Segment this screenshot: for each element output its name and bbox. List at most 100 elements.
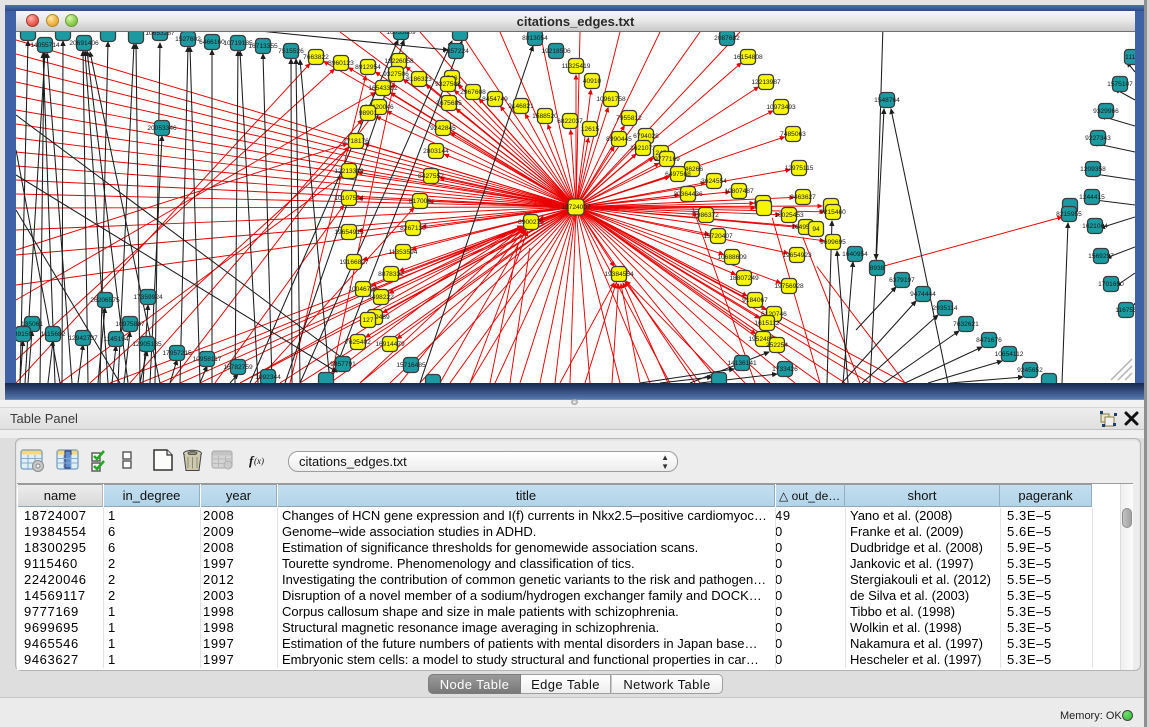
svg-text:11353594: 11353594	[389, 249, 418, 256]
svg-text:20053346: 20053346	[147, 125, 177, 132]
svg-text:16154808: 16154808	[733, 54, 763, 61]
svg-text:1588520: 1588520	[532, 113, 558, 120]
svg-text:2087682: 2087682	[714, 35, 740, 42]
svg-text:12942737: 12942737	[68, 335, 98, 342]
svg-text:98901: 98901	[359, 110, 378, 117]
svg-text:2803144: 2803144	[423, 148, 449, 155]
svg-text:9474444: 9474444	[910, 291, 936, 298]
svg-text:1640954: 1640954	[842, 251, 868, 258]
svg-text:6794028: 6794028	[633, 133, 659, 140]
svg-text:9245652: 9245652	[1017, 367, 1043, 374]
svg-text:12213349: 12213349	[334, 168, 364, 175]
svg-text:1569297: 1569297	[1088, 253, 1114, 260]
svg-text:1701650: 1701650	[1098, 281, 1124, 288]
svg-text:16713355: 16713355	[248, 43, 278, 50]
svg-text:11325419: 11325419	[562, 63, 591, 70]
svg-text:8267130: 8267130	[400, 225, 426, 232]
svg-text:2718176: 2718176	[343, 138, 369, 145]
svg-text:16543382: 16543382	[368, 85, 398, 92]
svg-text:1209358: 1209358	[1080, 166, 1106, 173]
svg-text:9857791: 9857791	[330, 361, 356, 368]
svg-text:10654112: 10654112	[995, 351, 1024, 358]
svg-text:6379197: 6379197	[889, 277, 915, 284]
svg-text:(x): (x)	[254, 456, 264, 466]
svg-text:3675685: 3675685	[436, 100, 462, 107]
svg-text:19166827: 19166827	[339, 259, 369, 266]
svg-text:8471676: 8471676	[976, 337, 1002, 344]
svg-text:7663822: 7663822	[303, 54, 329, 61]
svg-text:14136141: 14136141	[727, 360, 757, 367]
svg-text:1621072: 1621072	[630, 145, 656, 152]
svg-text:1575107: 1575107	[1107, 81, 1133, 88]
svg-text:18724007: 18724007	[561, 204, 591, 211]
svg-text:8215955: 8215955	[1056, 211, 1082, 218]
svg-text:15716485: 15716485	[396, 362, 426, 369]
svg-text:10653287: 10653287	[145, 32, 175, 37]
svg-text:19654915: 19654915	[334, 229, 364, 236]
svg-text:1244415: 1244415	[1079, 194, 1105, 201]
svg-text:8990445: 8990445	[606, 136, 632, 143]
svg-text:7955812: 7955812	[616, 115, 642, 122]
svg-text:9699695: 9699695	[820, 239, 846, 246]
svg-text:17957215: 17957215	[162, 350, 192, 357]
svg-text:94: 94	[812, 226, 820, 233]
svg-text:9215460: 9215460	[820, 209, 846, 216]
svg-text:16914479: 16914479	[375, 341, 405, 348]
svg-text:8960123: 8960123	[328, 60, 354, 67]
svg-text:3624554: 3624554	[701, 178, 727, 185]
svg-text:19654923: 19654923	[782, 252, 812, 259]
svg-text:16033809: 16033809	[386, 32, 416, 36]
svg-text:10958117: 10958117	[193, 356, 222, 363]
svg-text:1117: 1117	[1125, 54, 1135, 61]
svg-text:12615: 12615	[581, 126, 600, 133]
svg-text:9242845: 9242845	[430, 125, 456, 132]
svg-text:12975115: 12975115	[785, 165, 814, 172]
svg-text:9777169: 9777169	[654, 156, 680, 163]
svg-text:14055714: 14055714	[30, 42, 60, 49]
svg-text:12905135: 12905135	[132, 341, 162, 348]
svg-text:15720407: 15720407	[703, 233, 733, 240]
svg-text:2967608: 2967608	[460, 89, 486, 96]
svg-text:26206575: 26206575	[90, 297, 120, 304]
svg-text:116753: 116753	[1115, 307, 1135, 314]
svg-text:39159: 39159	[16, 331, 32, 338]
svg-text:3498222: 3498222	[368, 294, 394, 301]
svg-text:19384554: 19384554	[604, 271, 634, 278]
svg-text:10807487: 10807487	[724, 188, 754, 195]
svg-text:7986372: 7986372	[693, 212, 719, 219]
svg-text:8912954: 8912954	[355, 64, 381, 71]
svg-text:9146821: 9146821	[508, 103, 534, 110]
svg-text:10975887: 10975887	[115, 321, 145, 328]
svg-text:1145194: 1145194	[103, 336, 129, 343]
svg-text:9184067: 9184067	[742, 297, 768, 304]
svg-text:127: 127	[362, 317, 373, 324]
svg-text:1621064: 1621064	[1082, 223, 1108, 230]
svg-text:8938: 8938	[870, 265, 885, 272]
svg-text:10688609: 10688609	[717, 254, 747, 261]
svg-text:40910: 40910	[583, 78, 602, 85]
svg-text:1548764: 1548764	[874, 97, 900, 104]
svg-text:7515526: 7515526	[278, 48, 304, 55]
svg-text:19218506: 19218506	[541, 48, 571, 55]
svg-text:2935114: 2935114	[932, 305, 958, 312]
svg-text:10025453: 10025453	[774, 212, 804, 219]
svg-text:7632621: 7632621	[953, 321, 979, 328]
svg-text:817006: 817006	[409, 198, 431, 205]
svg-text:8454749: 8454749	[482, 96, 508, 103]
svg-text:18807249: 18807249	[729, 275, 759, 282]
svg-text:8427552: 8427552	[418, 173, 444, 180]
svg-text:7485063: 7485063	[780, 131, 806, 138]
svg-text:8900275: 8900275	[518, 219, 544, 226]
svg-text:7625402: 7625402	[345, 339, 371, 346]
svg-text:16782759: 16782759	[223, 364, 253, 371]
svg-text:9227343: 9227343	[1085, 135, 1111, 142]
svg-text:6466160: 6466160	[199, 39, 225, 46]
svg-text:1527602: 1527602	[175, 36, 201, 43]
svg-text:10961758: 10961758	[596, 96, 626, 103]
svg-text:10973493: 10973493	[766, 104, 796, 111]
svg-text:10107554: 10107554	[334, 195, 364, 202]
svg-text:8813054: 8813054	[522, 35, 548, 42]
svg-text:9463627: 9463627	[790, 194, 816, 201]
svg-text:20691406: 20691406	[69, 40, 99, 47]
svg-text:1092344: 1092344	[255, 374, 281, 381]
